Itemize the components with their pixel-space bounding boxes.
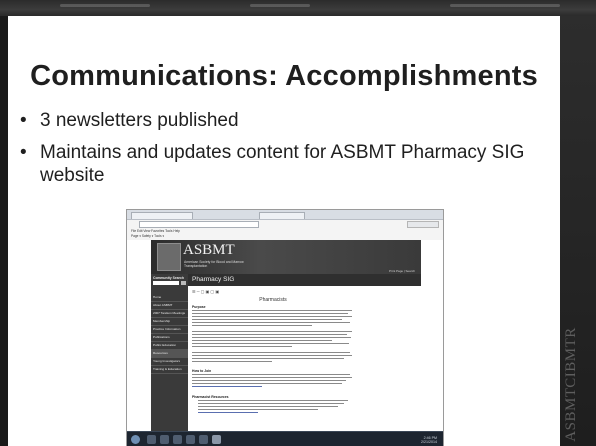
asbmt-cibmtr-watermark: ASBMT CIBMTR [563, 327, 579, 442]
header-links: Print Page | Search [389, 269, 415, 273]
bullet-dot-icon: • [20, 110, 27, 131]
taskbar-app-icon [212, 435, 221, 444]
windows-taskbar: 2:46 PM 2/21/2014 [127, 431, 443, 446]
taskbar-clock: 2:46 PM 2/21/2014 [421, 436, 437, 444]
site-logo-text: ASBMT [183, 242, 235, 258]
site-header: ASBMT American Society for Blood and Mar… [151, 240, 421, 274]
slide-title: Communications: Accomplishments [30, 60, 538, 92]
section-heading: How to Join [192, 369, 212, 373]
section-heading: Purpose [192, 305, 206, 309]
purpose-section: Purpose [192, 305, 352, 364]
website-page: ASBMT American Society for Blood and Mar… [127, 240, 443, 431]
section-heading: Pharmacist Resources [192, 395, 229, 399]
bullet-item: • Maintains and updates content for ASBMT… [20, 142, 525, 186]
page-tools-icons: ☰ ─ ▢ ▣ ▢ ▣ [192, 289, 220, 294]
sidebar-item: Training & Education [151, 366, 188, 374]
asbmt-logo-icon [157, 243, 181, 271]
site-sidebar: Community Search Home About ASBMT 2007 T… [151, 274, 188, 431]
slide: Communications: Accomplishments • 3 newsl… [8, 16, 560, 446]
slide-side-strip: ASBMT CIBMTR [560, 16, 596, 446]
browser-tab [131, 212, 193, 219]
taskbar-app-icon [199, 435, 208, 444]
taskbar-app-icon [173, 435, 182, 444]
search-input [153, 281, 179, 285]
page-heading: Pharmacy SIG [192, 276, 235, 283]
sidebar-item: Practice Information [151, 326, 188, 334]
sidebar-item: Public Education [151, 342, 188, 350]
browser-titlebar [127, 210, 443, 220]
address-bar [139, 221, 259, 228]
sidebar-item: Publications [151, 334, 188, 342]
page-heading-bar: Pharmacy SIG [188, 274, 421, 286]
site-logo-subtitle: American Society for Blood and Marrow Tr… [184, 260, 244, 268]
browser-tab-active [259, 212, 305, 219]
sidebar-item: Membership [151, 318, 188, 326]
sidebar-item: 2007 Tandem Meetings [151, 310, 188, 318]
site-content: Pharmacy SIG ☰ ─ ▢ ▣ ▢ ▣ Pharmacists Pur… [188, 274, 421, 431]
sidebar-item: Home [151, 294, 188, 302]
start-button-icon [131, 435, 140, 444]
bullet-list: • 3 newsletters published • Maintains and … [18, 109, 548, 196]
sidebar-item: Resources [151, 350, 188, 358]
taskbar-app-icon [186, 435, 195, 444]
page-subtitle: Pharmacists [259, 297, 287, 303]
sidebar-item: About ASBMT [151, 302, 188, 310]
browser-controls [407, 221, 439, 228]
taskbar-app-icon [160, 435, 169, 444]
browser-toolbar: Page ▾ Safety ▾ Tools ▾ [131, 234, 165, 238]
how-to-join-section: How to Join [192, 369, 352, 389]
embedded-website-screenshot: File Edit View Favorites Tools Help Page… [126, 209, 444, 446]
sidebar-nav: Home About ASBMT 2007 Tandem Meetings Me… [151, 294, 188, 374]
pharmacist-resources-section: Pharmacist Resources [192, 395, 352, 415]
slide-top-band [0, 0, 596, 16]
sidebar-item: Young Investigators [151, 358, 188, 366]
bullet-dot-icon: • [20, 142, 27, 163]
browser-menu: File Edit View Favorites Tools Help [131, 229, 180, 233]
bullet-item: • 3 newsletters published [20, 110, 239, 131]
search-button [181, 281, 186, 285]
taskbar-app-icon [147, 435, 156, 444]
search-label: Community Search [153, 276, 184, 280]
